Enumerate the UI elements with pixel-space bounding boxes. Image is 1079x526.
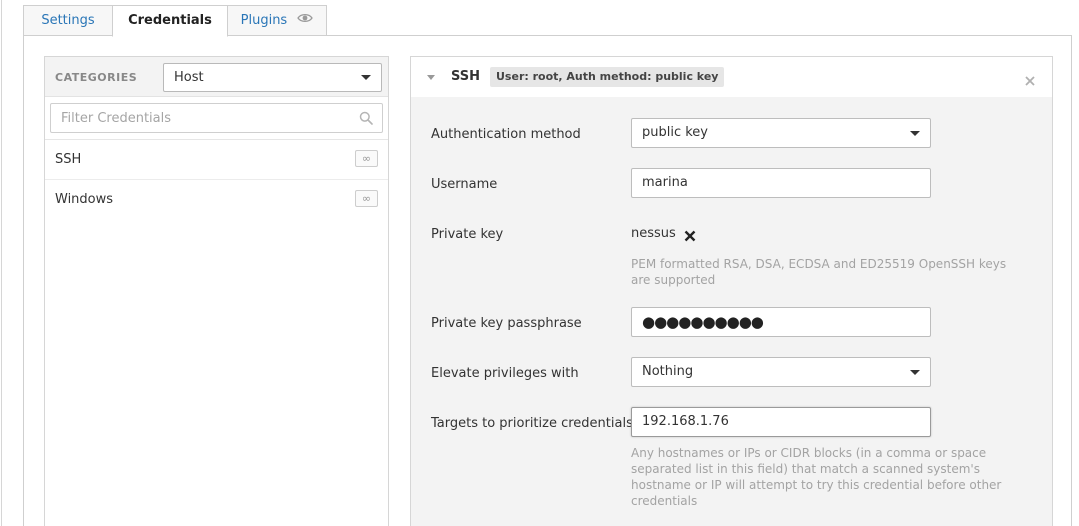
username-label: Username — [431, 177, 498, 192]
categories-label: CATEGORIES — [55, 71, 138, 84]
tab-plugins[interactable]: Plugins — [227, 5, 327, 36]
search-icon — [359, 110, 373, 129]
infinity-badge: ∞ — [355, 150, 378, 167]
username-field[interactable]: marina — [631, 168, 931, 198]
tab-credentials-label: Credentials — [128, 13, 212, 28]
infinity-badge: ∞ — [355, 190, 378, 207]
auth-method-value: public key — [642, 125, 709, 140]
chevron-down-icon — [910, 131, 920, 136]
elevate-privileges-select[interactable]: Nothing — [631, 357, 931, 387]
list-item-ssh[interactable]: SSH ∞ — [45, 140, 388, 180]
private-key-filename: nessus — [631, 226, 676, 241]
categories-header: CATEGORIES Host — [45, 57, 388, 97]
list-item-label: Windows — [55, 192, 114, 207]
auth-method-select[interactable]: public key — [631, 118, 931, 148]
chevron-down-icon — [361, 75, 371, 80]
close-icon[interactable] — [1025, 71, 1035, 90]
chevron-down-icon — [910, 370, 920, 375]
credential-header[interactable]: SSH User: root, Auth method: public key — [411, 57, 1052, 97]
tab-settings-label: Settings — [41, 13, 95, 28]
category-select-value: Host — [174, 70, 204, 85]
passphrase-value: ●●●●●●●●●● — [642, 313, 764, 331]
filter-container — [50, 103, 383, 133]
list-item-windows[interactable]: Windows ∞ — [45, 180, 388, 220]
list-item-label: SSH — [55, 152, 82, 167]
credential-title: SSH — [451, 69, 481, 84]
elevate-privileges-label: Elevate privileges with — [431, 366, 579, 381]
targets-field[interactable]: 192.168.1.76 — [631, 407, 931, 437]
credentials-sidebar: CATEGORIES Host SSH ∞ Windows ∞ — [44, 56, 389, 526]
tab-plugins-label: Plugins — [240, 13, 288, 28]
page-border — [1, 0, 2, 526]
username-value: marina — [642, 175, 688, 190]
private-key-help: PEM formatted RSA, DSA, ECDSA and ED2551… — [631, 257, 1007, 287]
collapse-arrow-icon[interactable] — [427, 75, 435, 80]
credential-type-list: SSH ∞ Windows ∞ — [45, 139, 388, 220]
targets-label: Targets to prioritize credentials — [431, 416, 633, 431]
credential-summary-badge: User: root, Auth method: public key — [490, 67, 725, 87]
elevate-privileges-value: Nothing — [642, 364, 694, 379]
category-select[interactable]: Host — [163, 63, 382, 92]
targets-help: Any hostnames or IPs or CIDR blocks (in … — [631, 446, 1002, 508]
passphrase-field[interactable]: ●●●●●●●●●● — [631, 307, 931, 337]
private-key-label: Private key — [431, 227, 504, 242]
eye-icon — [297, 5, 314, 34]
auth-method-label: Authentication method — [431, 127, 581, 142]
tab-credentials[interactable]: Credentials — [112, 5, 228, 37]
credential-editor: SSH User: root, Auth method: public key … — [410, 56, 1053, 526]
tab-settings[interactable]: Settings — [23, 5, 113, 36]
filter-credentials-input[interactable] — [50, 103, 383, 133]
targets-value: 192.168.1.76 — [642, 414, 729, 429]
remove-key-icon[interactable] — [684, 227, 696, 246]
passphrase-label: Private key passphrase — [431, 316, 582, 331]
